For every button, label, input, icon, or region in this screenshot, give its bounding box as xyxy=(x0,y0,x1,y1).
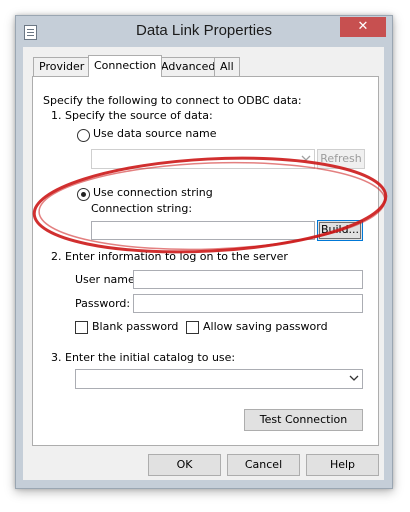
annotation-ellipse xyxy=(32,156,388,254)
tab-connection[interactable]: Connection xyxy=(88,55,163,77)
